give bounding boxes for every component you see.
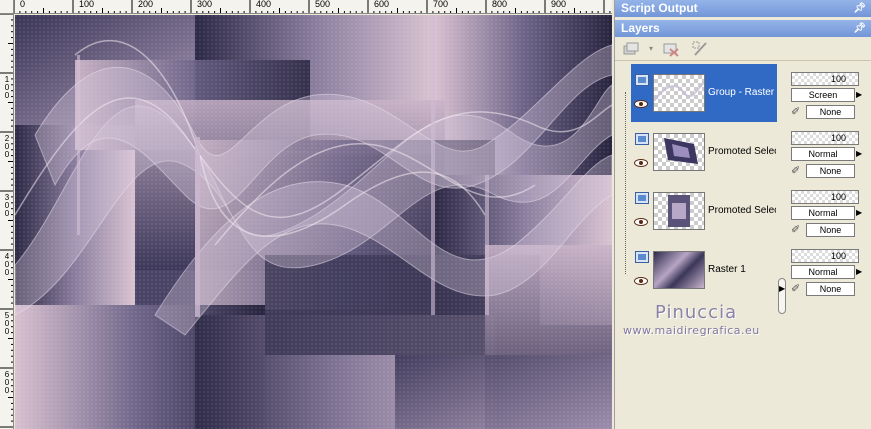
play-arrow-icon[interactable]: ▶ xyxy=(856,266,864,278)
layer-thumbnail xyxy=(653,251,705,289)
eye-icon[interactable] xyxy=(634,218,648,226)
eye-icon[interactable] xyxy=(634,277,648,285)
ruler-left: 1 0 0 2 0 0 3 0 0 4 0 0 5 0 0 6 0 0 xyxy=(0,14,14,429)
blend-mode-select[interactable]: Normal xyxy=(791,265,855,279)
splitter-arrow-icon[interactable]: ▶ xyxy=(779,284,785,293)
opacity-field[interactable]: 100 xyxy=(791,131,859,145)
brush-icon[interactable] xyxy=(691,40,711,58)
mask-link-icon[interactable]: ✐ xyxy=(791,105,805,119)
raster-layer-icon xyxy=(635,74,649,86)
script-output-titlebar[interactable]: Script Output 📌︎ xyxy=(615,0,871,17)
delete-layer-icon[interactable] xyxy=(661,40,681,58)
layer-row-promoted-select-1[interactable]: Promoted Select xyxy=(631,123,777,181)
play-arrow-icon[interactable]: ▶ xyxy=(856,207,864,219)
layer-name: Group - Raster 2 xyxy=(708,87,776,98)
mask-select[interactable]: None xyxy=(806,223,855,237)
raster-layer-icon xyxy=(635,192,649,204)
blend-mode-select[interactable]: Normal xyxy=(791,206,855,220)
layer-props-raster-1: 100 Normal ▶ ✐ None xyxy=(789,241,865,299)
raster-layer-icon xyxy=(635,251,649,263)
ruler-top: 0 100 200 300 400 500 600 700 800 900 xyxy=(0,0,612,14)
layer-props-promoted-select-1: 100 Normal ▶ ✐ None xyxy=(789,123,865,181)
layer-row-raster-1[interactable]: Raster 1 xyxy=(631,241,777,299)
paint-shop-window: 0 100 200 300 400 500 600 700 800 900 1 … xyxy=(0,0,871,429)
ruler-left-label: 2 0 0 xyxy=(4,134,10,159)
mask-link-icon[interactable]: ✐ xyxy=(791,223,805,237)
layer-list: Group - Raster 2 100 Screen ▶ ✐ None Pro… xyxy=(615,58,871,429)
opacity-field[interactable]: 100 xyxy=(791,249,859,263)
pin-icon[interactable]: 📌︎ xyxy=(853,0,866,17)
layer-name: Promoted Select xyxy=(708,205,776,216)
mask-link-icon[interactable]: ✐ xyxy=(791,164,805,178)
layer-props-promoted-select-2: 100 Normal ▶ ✐ None xyxy=(789,182,865,240)
pin-icon[interactable]: 📌︎ xyxy=(853,20,866,37)
opacity-field[interactable]: 100 xyxy=(791,72,859,86)
layer-thumbnail xyxy=(653,74,705,112)
blend-mode-select[interactable]: Screen xyxy=(791,88,855,102)
ruler-left-label: 1 0 0 xyxy=(4,75,10,100)
layer-props-group-raster-2: 100 Screen ▶ ✐ None xyxy=(789,64,865,122)
layer-stack-icon[interactable] xyxy=(621,40,641,58)
script-output-title: Script Output xyxy=(621,1,698,15)
chevron-down-icon[interactable]: ▾ xyxy=(641,40,661,58)
mask-link-icon[interactable]: ✐ xyxy=(791,282,805,296)
ruler-left-label: 3 0 0 xyxy=(4,193,10,218)
play-arrow-icon[interactable]: ▶ xyxy=(856,148,864,160)
opacity-field[interactable]: 100 xyxy=(791,190,859,204)
layer-row-promoted-select-2[interactable]: Promoted Select xyxy=(631,182,777,240)
right-panel: Script Output 📌︎ Layers 📌︎ ▾ Group - Ras… xyxy=(614,0,871,429)
ruler-top-ticks xyxy=(13,0,611,13)
play-arrow-icon[interactable]: ▶ xyxy=(856,89,864,101)
layer-thumbnail xyxy=(653,133,705,171)
image-canvas[interactable] xyxy=(15,15,612,429)
layers-title: Layers xyxy=(621,21,660,35)
artwork xyxy=(15,15,612,429)
mask-select[interactable]: None xyxy=(806,164,855,178)
blend-mode-select[interactable]: Normal xyxy=(791,147,855,161)
layer-thumbnail xyxy=(653,192,705,230)
layer-name: Raster 1 xyxy=(708,264,746,275)
layer-row-group-raster-2[interactable]: Group - Raster 2 xyxy=(631,64,777,122)
ruler-left-label: 4 0 0 xyxy=(4,252,10,277)
ruler-left-label: 6 0 0 xyxy=(4,370,10,395)
group-tree-line xyxy=(625,92,626,274)
eye-icon[interactable] xyxy=(634,159,648,167)
mask-select[interactable]: None xyxy=(806,282,855,296)
layer-name: Promoted Select xyxy=(708,146,776,157)
watermark-url: www.maidiregrafica.eu xyxy=(623,324,760,337)
layers-titlebar[interactable]: Layers 📌︎ xyxy=(615,20,871,37)
mask-select[interactable]: None xyxy=(806,105,855,119)
ruler-corner xyxy=(0,0,14,14)
raster-layer-icon xyxy=(635,133,649,145)
watermark-name: Pinuccia xyxy=(655,302,738,323)
ruler-left-label: 5 0 0 xyxy=(4,311,10,336)
eye-icon[interactable] xyxy=(634,100,648,108)
